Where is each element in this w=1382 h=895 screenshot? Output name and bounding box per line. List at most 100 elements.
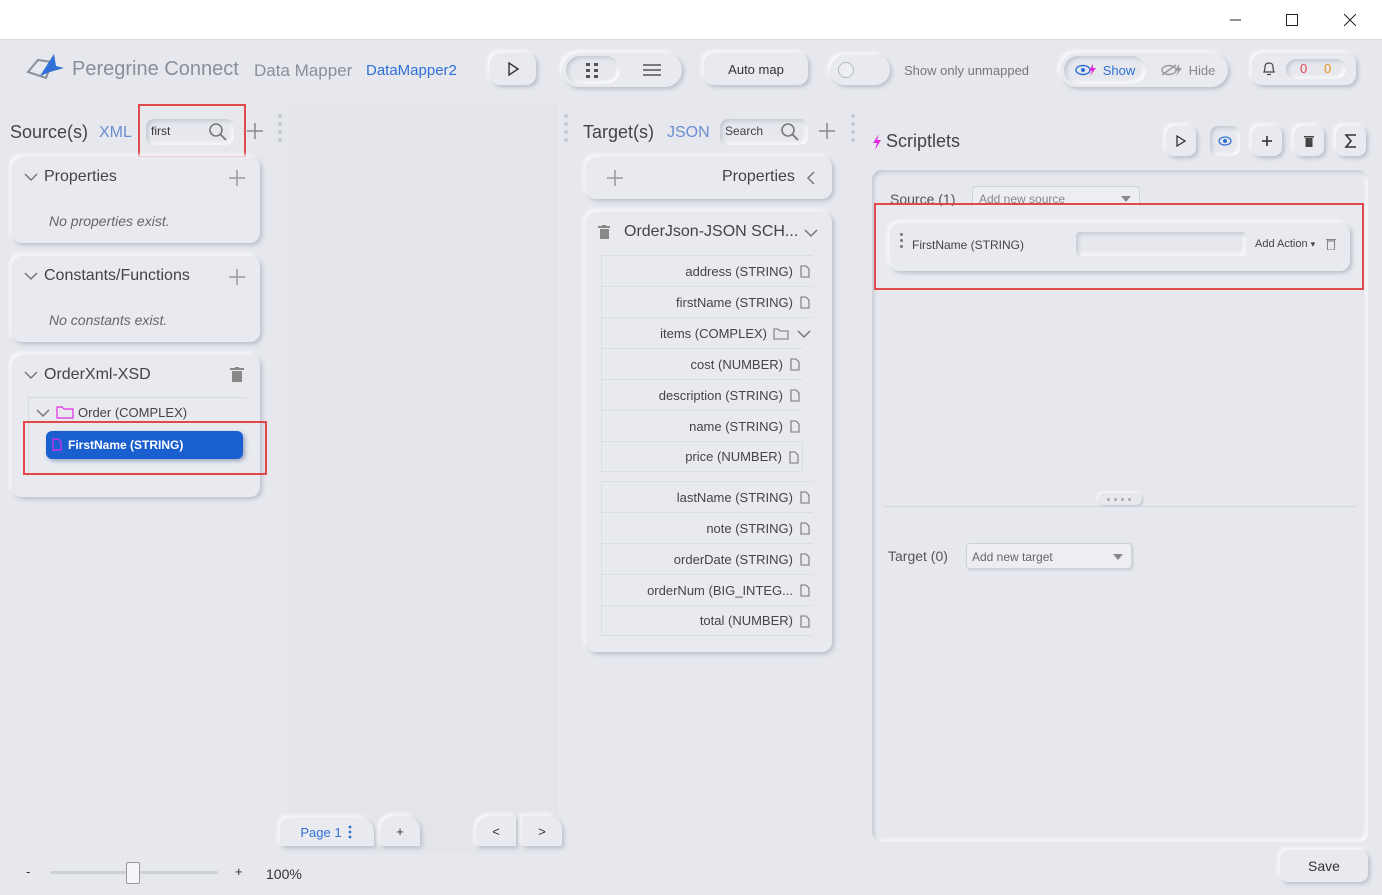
target-field-row[interactable]: orderDate (STRING) xyxy=(601,543,813,574)
show-unmapped-label: Show only unmapped xyxy=(904,63,1030,78)
add-constant-icon[interactable] xyxy=(228,268,246,286)
document-icon xyxy=(790,389,800,402)
target-field-label: items (COMPLEX) xyxy=(660,325,767,341)
sigma-icon xyxy=(1344,134,1356,148)
list-view-button[interactable] xyxy=(628,56,676,84)
target-field-row[interactable]: price (NUMBER) xyxy=(601,441,803,472)
target-field-row[interactable]: name (STRING) xyxy=(601,410,803,441)
scriptlet-divider xyxy=(884,506,1356,507)
add-property-icon[interactable] xyxy=(228,169,246,187)
target-properties-panel: Properties xyxy=(586,157,832,199)
show-unmapped-toggle[interactable] xyxy=(830,55,890,85)
target-field-row[interactable]: cost (NUMBER) xyxy=(601,348,803,379)
chevron-down-icon[interactable] xyxy=(24,271,38,281)
add-source-button[interactable] xyxy=(246,122,264,145)
target-field-row[interactable]: firstName (STRING) xyxy=(601,286,813,317)
list-view-icon xyxy=(643,64,661,76)
zoom-value: 100% xyxy=(266,866,302,882)
notifications-button[interactable]: 0 0 xyxy=(1252,53,1356,85)
mapping-canvas[interactable] xyxy=(288,104,558,854)
next-page-button[interactable]: > xyxy=(522,816,562,846)
chevron-left-icon[interactable] xyxy=(806,171,816,185)
error-count: 0 xyxy=(1300,61,1308,76)
page-tab-label: Page 1 xyxy=(300,824,342,840)
split-handle[interactable] xyxy=(1098,493,1142,505)
document-icon xyxy=(790,420,800,433)
plus-icon xyxy=(819,123,835,139)
preview-scriptlet-button[interactable] xyxy=(1210,126,1240,156)
sigma-function-button[interactable] xyxy=(1336,126,1366,156)
scriptlet-highlight-box xyxy=(874,203,1364,290)
chevron-down-icon[interactable] xyxy=(804,228,818,238)
no-properties-text: No properties exist. xyxy=(49,213,170,229)
run-scriptlet-button[interactable] xyxy=(1166,126,1196,156)
target-field-label: orderNum (BIG_INTEG... xyxy=(647,582,793,598)
lightning-icon xyxy=(873,134,881,150)
close-icon[interactable] xyxy=(1328,6,1372,34)
page-tab[interactable]: Page 1 xyxy=(280,818,374,846)
show-button[interactable]: Show xyxy=(1064,56,1146,84)
trash-icon xyxy=(1304,136,1314,147)
warning-count: 0 xyxy=(1324,61,1332,76)
zoom-in-button[interactable]: + xyxy=(235,864,243,879)
show-hide-toggle: Show Hide xyxy=(1060,53,1228,87)
target-field-label: orderDate (STRING) xyxy=(673,551,793,567)
chevron-down-icon[interactable] xyxy=(36,408,50,418)
prev-page-button[interactable]: < xyxy=(476,816,516,846)
delete-scriptlet-button[interactable] xyxy=(1294,126,1324,156)
target-field-label: cost (NUMBER) xyxy=(690,356,783,372)
source-properties-panel: Properties No properties exist. xyxy=(12,157,260,243)
add-target-button[interactable] xyxy=(818,122,836,145)
add-scriptlet-button[interactable] xyxy=(1252,126,1282,156)
auto-map-button[interactable]: Auto map xyxy=(704,53,808,85)
document-icon xyxy=(800,584,810,597)
chevron-down-icon[interactable] xyxy=(24,370,38,380)
document-icon xyxy=(800,296,810,309)
source-root-node[interactable]: Order (COMPLEX) xyxy=(78,405,187,420)
zoom-slider-thumb[interactable] xyxy=(126,862,140,884)
show-label: Show xyxy=(1102,62,1136,78)
target-field-row[interactable]: total (NUMBER) xyxy=(601,605,813,636)
search-icon[interactable] xyxy=(780,122,800,142)
eye-icon xyxy=(1218,136,1232,146)
minimize-icon[interactable] xyxy=(1214,6,1258,34)
target-field-row[interactable]: lastName (STRING) xyxy=(601,481,813,512)
trash-icon[interactable] xyxy=(230,367,244,383)
run-button[interactable] xyxy=(490,53,536,85)
target-field-label: lastName (STRING) xyxy=(676,489,793,505)
target-search-input[interactable]: Search xyxy=(720,119,808,145)
source-resize-handle[interactable] xyxy=(277,114,283,150)
document-icon xyxy=(800,615,810,628)
play-icon xyxy=(1176,135,1187,147)
hide-button[interactable]: Hide xyxy=(1150,56,1226,84)
add-target-dropdown[interactable]: Add new target xyxy=(966,543,1132,569)
add-property-icon[interactable] xyxy=(606,169,624,187)
eye-lightning-icon xyxy=(1075,64,1096,76)
save-button[interactable]: Save xyxy=(1280,850,1368,882)
document-icon xyxy=(800,491,810,504)
constants-panel: Constants/Functions No constants exist. xyxy=(12,256,260,342)
target-field-row[interactable]: description (STRING) xyxy=(601,379,803,410)
maximize-icon[interactable] xyxy=(1270,6,1314,34)
map-name[interactable]: DataMapper2 xyxy=(366,62,457,79)
target-field-row[interactable]: orderNum (BIG_INTEG... xyxy=(601,574,813,605)
target-complex-row[interactable]: items (COMPLEX) xyxy=(601,317,813,348)
peregrine-logo-icon xyxy=(24,50,68,84)
toggle-knob xyxy=(838,62,854,78)
more-vertical-icon[interactable] xyxy=(346,825,354,839)
scriptlet-resize-handle[interactable] xyxy=(850,114,856,150)
target-field-label: firstName (STRING) xyxy=(676,294,793,310)
trash-icon[interactable] xyxy=(598,225,610,240)
grid-view-button[interactable] xyxy=(566,56,620,84)
add-page-button[interactable]: + xyxy=(380,816,420,846)
target-search-placeholder: Search xyxy=(725,124,764,138)
zoom-out-button[interactable]: - xyxy=(26,864,30,879)
chevron-down-icon[interactable] xyxy=(797,329,811,339)
add-target-placeholder: Add new target xyxy=(972,550,1053,564)
target-resize-handle[interactable] xyxy=(563,114,569,150)
target-field-row[interactable]: note (STRING) xyxy=(601,512,813,543)
source-schema-title: OrderXml-XSD xyxy=(44,366,151,383)
target-field-row[interactable]: address (STRING) xyxy=(601,255,813,286)
target-field-label: description (STRING) xyxy=(658,387,783,403)
chevron-down-icon[interactable] xyxy=(24,172,38,182)
